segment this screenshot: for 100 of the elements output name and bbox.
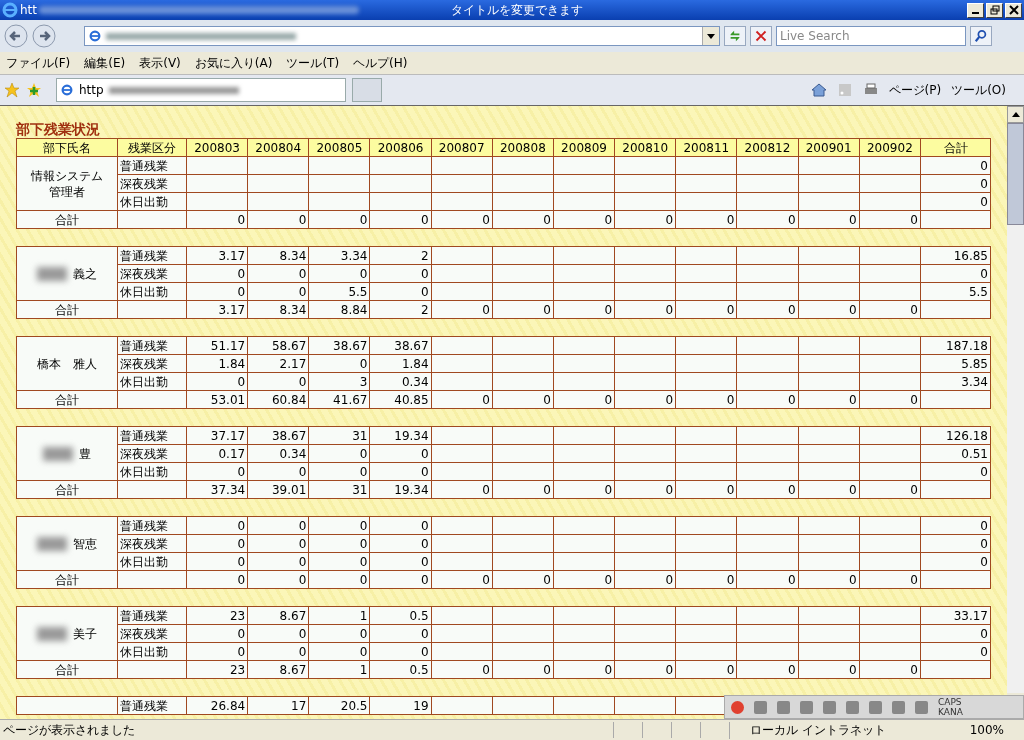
- page-icon: [60, 83, 74, 97]
- table-cell: [431, 426, 493, 445]
- total-cell: 16.85: [920, 246, 991, 265]
- ime-icon[interactable]: [731, 700, 744, 714]
- table-cell: 0: [369, 516, 432, 535]
- category-cell: 普通残業: [117, 426, 187, 445]
- browser-tab[interactable]: http: [56, 78, 346, 102]
- category-cell: 普通残業: [117, 246, 187, 265]
- table-cell: 20.5: [308, 696, 370, 715]
- table-cell: [431, 336, 493, 355]
- page-icon: [88, 29, 102, 43]
- employee-name: 智恵: [73, 535, 97, 552]
- blurred-text: [37, 536, 67, 551]
- table-cell: 38.67: [308, 336, 370, 355]
- category-cell: 普通残業: [117, 606, 187, 625]
- column-header: 合計: [920, 138, 991, 157]
- table-cell: [859, 246, 921, 265]
- menu-item[interactable]: 編集(E): [84, 54, 126, 72]
- category-cell: 普通残業: [117, 696, 187, 715]
- tab-label: http: [79, 83, 104, 97]
- menu-item[interactable]: お気に入り(A): [194, 54, 273, 72]
- table-cell: 3.34: [308, 246, 370, 265]
- table-cell: 38.67: [369, 336, 432, 355]
- table-cell: [859, 606, 921, 625]
- employee-name: 管理者: [49, 183, 85, 200]
- table-cell: [675, 336, 737, 355]
- menu-item[interactable]: ヘルプ(H): [353, 54, 408, 72]
- restore-button[interactable]: [986, 2, 1003, 18]
- table-cell: 0: [247, 516, 309, 535]
- browser-logo-icon: [2, 2, 18, 18]
- search-field[interactable]: Live Search: [776, 26, 966, 46]
- minimize-button[interactable]: [967, 2, 984, 18]
- total-cell: 187.18: [920, 336, 991, 355]
- category-cell: 普通残業: [117, 516, 187, 535]
- table-cell: [798, 336, 860, 355]
- table-cell: [675, 426, 737, 445]
- menu-item[interactable]: ツール(T): [286, 54, 340, 72]
- column-header: 200807: [431, 138, 493, 157]
- scroll-thumb[interactable]: [1007, 123, 1024, 225]
- search-icon: [974, 29, 988, 43]
- table-cell: [675, 246, 737, 265]
- table-cell: [614, 696, 676, 715]
- minimize-icon: [972, 12, 979, 14]
- menu-item[interactable]: ファイル(F): [6, 54, 71, 72]
- table-cell: [614, 246, 676, 265]
- address-field[interactable]: [84, 26, 720, 46]
- dropdown-icon[interactable]: [702, 27, 719, 45]
- table-cell: 17: [247, 696, 309, 715]
- table-cell: [492, 516, 554, 535]
- forward-button[interactable]: [32, 24, 56, 48]
- table-cell: [798, 426, 860, 445]
- add-favorite-icon[interactable]: [26, 82, 42, 98]
- up-arrow-icon: [1011, 112, 1020, 117]
- table-cell: [553, 606, 615, 625]
- table-cell: [553, 246, 615, 265]
- column-header: 200902: [859, 138, 921, 157]
- table-cell: [736, 246, 799, 265]
- stop-button[interactable]: [750, 26, 772, 46]
- table-cell: [553, 426, 615, 445]
- blurred-text: [43, 446, 73, 461]
- table-cell: [798, 246, 860, 265]
- column-header: 200808: [492, 138, 554, 157]
- page-title: 部下残業状況: [16, 120, 101, 138]
- search-button[interactable]: [970, 26, 992, 46]
- star-icon[interactable]: [4, 82, 20, 98]
- home-icon[interactable]: [810, 82, 827, 98]
- kana-indicator: KANA: [938, 707, 963, 717]
- total-cell: 126.18: [920, 426, 991, 445]
- table-cell: 0: [308, 516, 370, 535]
- close-button[interactable]: [1005, 2, 1022, 18]
- zoom-level[interactable]: 100%: [969, 723, 1024, 737]
- table-cell: [798, 606, 860, 625]
- table-cell: 58.67: [247, 336, 309, 355]
- column-header: 200804: [247, 138, 309, 157]
- toolbar-menu[interactable]: ツール(O): [951, 81, 1006, 99]
- table-cell: [614, 426, 676, 445]
- table-cell: [736, 336, 799, 355]
- status-text: ページが表示されました: [2, 721, 136, 739]
- column-header: 200805: [308, 138, 370, 157]
- new-tab-button[interactable]: [352, 78, 382, 102]
- caps-indicator: CAPS: [938, 697, 963, 707]
- table-cell: 23: [186, 606, 248, 625]
- security-zone: ローカル イントラネット: [729, 721, 920, 739]
- refresh-button[interactable]: [724, 26, 746, 46]
- employee-name: 美子: [73, 625, 97, 642]
- toolbar-menu[interactable]: ページ(P): [888, 81, 942, 99]
- table-cell: [614, 516, 676, 535]
- table-cell: 31: [308, 426, 370, 445]
- blurred-text: [37, 626, 67, 641]
- table-cell: [859, 516, 921, 535]
- back-button[interactable]: [4, 24, 28, 48]
- employee-name: 情報システム: [31, 167, 103, 184]
- scrollbar[interactable]: [1007, 106, 1024, 693]
- table-cell: [614, 336, 676, 355]
- total-cell: 0: [920, 516, 991, 535]
- menu-item[interactable]: 表示(V): [139, 54, 181, 72]
- table-cell: [553, 516, 615, 535]
- scroll-up-button[interactable]: [1007, 106, 1024, 123]
- window-title-prefix: htt: [20, 3, 37, 17]
- table-cell: [492, 246, 554, 265]
